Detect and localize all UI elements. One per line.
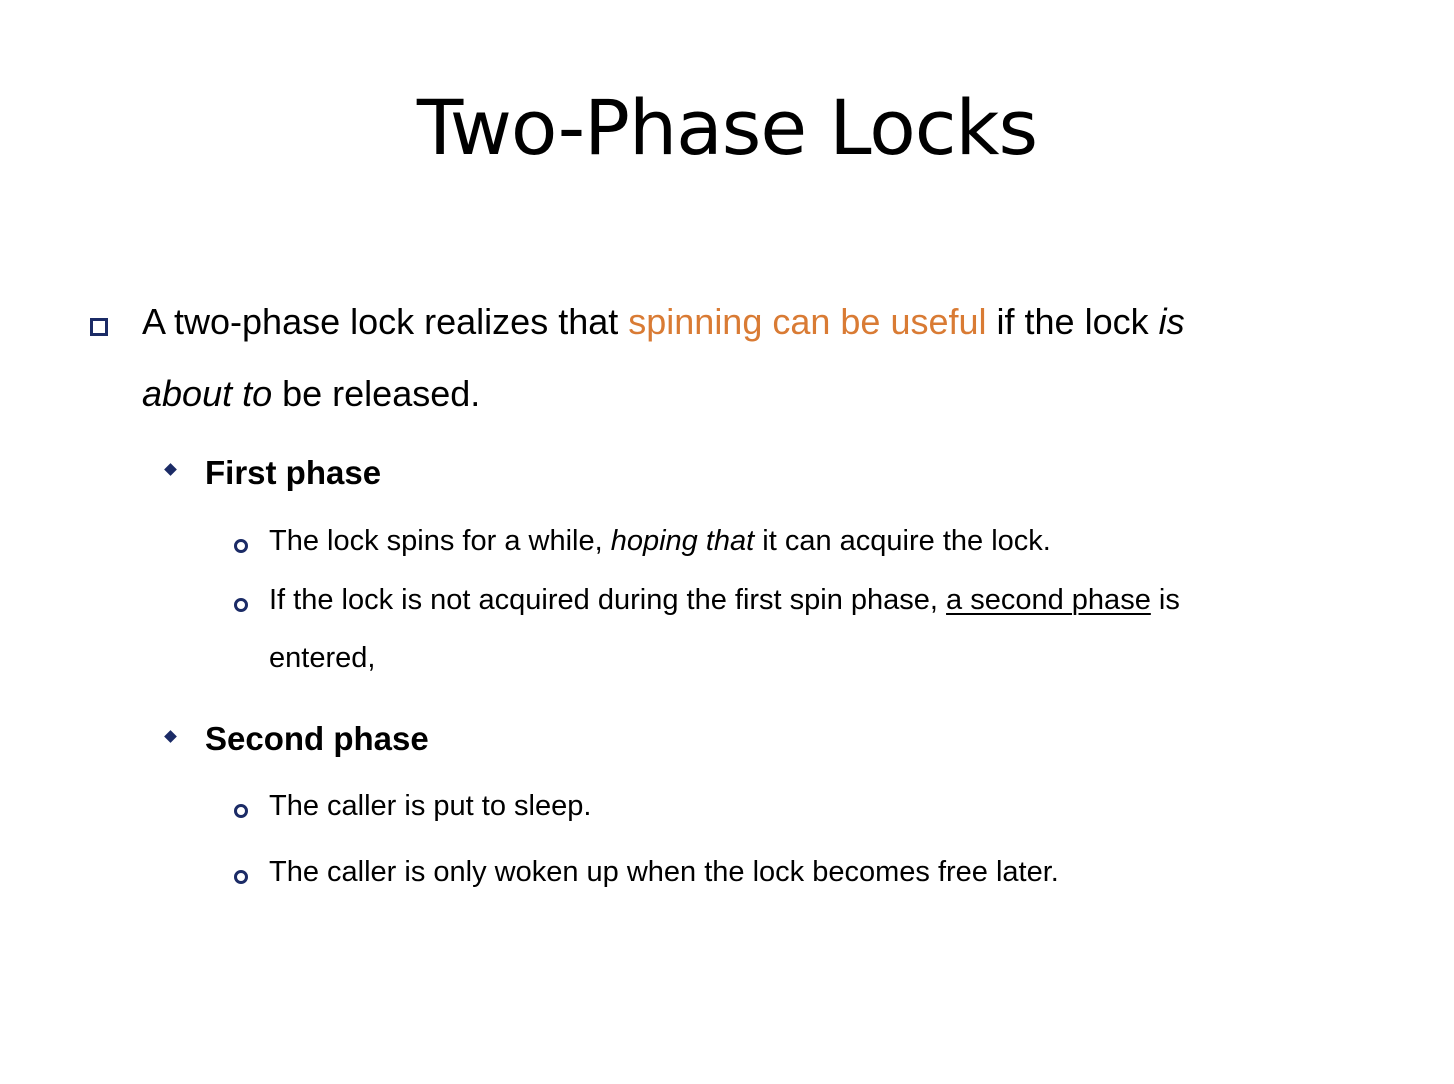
circle-bullet-icon [234,598,248,612]
diamond-bullet-icon [164,730,177,743]
main-bullet-text: if the lock [986,301,1159,342]
emphasis-text: is [1158,301,1185,342]
square-bullet-icon [90,318,108,336]
item-text: If the lock is not acquired during the f… [269,584,947,616]
second-phase-heading: Second phase [205,720,429,757]
slide: Two-Phase Locks A two-phase lock realize… [0,0,1454,1084]
circle-bullet-icon [234,539,248,553]
item-text: is [1150,584,1180,616]
second-phase-item-1: The caller is put to sleep. [269,790,592,822]
first-phase-item-2: If the lock is not acquired during the f… [269,586,1180,615]
circle-bullet-icon [234,804,248,818]
first-phase-item-2-continued: entered, [269,642,376,674]
main-bullet-text: A two-phase lock realizes that [142,301,629,342]
item-text: The lock spins for a while, [269,525,611,557]
main-bullet-text: be released. [272,373,481,414]
main-bullet-line-2: about to be released. [142,376,480,412]
main-bullet-line-1: A two-phase lock realizes that spinning … [142,304,1185,340]
first-phase-item-1: The lock spins for a while, hoping that … [269,527,1051,556]
slide-title: Two-Phase Locks [416,83,1038,172]
second-phase-item-2: The caller is only woken up when the loc… [269,856,1059,888]
first-phase-heading: First phase [205,454,382,491]
diamond-bullet-icon [164,463,177,476]
circle-bullet-icon [234,870,248,884]
underlined-text: a second phase [946,584,1151,616]
emphasis-text: about to [142,373,273,414]
item-text: it can acquire the lock. [754,525,1051,557]
highlighted-phrase: spinning can be useful [628,301,987,342]
emphasis-text: hoping that [610,525,755,557]
